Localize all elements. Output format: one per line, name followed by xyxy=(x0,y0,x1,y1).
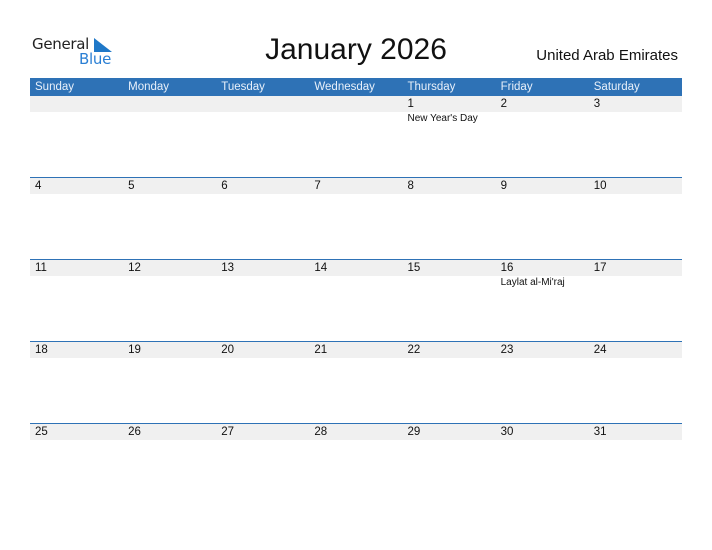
day-cell: 25 xyxy=(35,426,48,438)
weekday-saturday: Saturday xyxy=(593,81,640,93)
day-cell xyxy=(30,96,123,112)
weekday-wednesday: Wednesday xyxy=(314,81,375,93)
day-cell: 24 xyxy=(593,344,607,356)
week-row: 25 26 27 28 29 30 31 xyxy=(30,423,682,505)
country-label: United Arab Emirates xyxy=(536,47,678,64)
day-cell: 8 xyxy=(407,180,414,192)
day-cell: 15 xyxy=(407,262,421,274)
weekday-friday: Friday xyxy=(500,81,533,93)
holiday-label xyxy=(216,112,309,126)
day-cell: 27 xyxy=(221,426,235,438)
day-cell: 20 xyxy=(221,344,235,356)
holiday-label: New Year's Day xyxy=(407,113,478,124)
day-cell: 11 xyxy=(35,262,47,274)
calendar-grid: Sunday Monday Tuesday Wednesday Thursday… xyxy=(30,78,682,505)
day-cell xyxy=(309,96,402,112)
week-row: 11 12 13 14 15 16 17 Laylat al-Mi'raj xyxy=(30,259,682,341)
holiday-label xyxy=(589,276,682,290)
date-number-row: 25 26 27 28 29 30 31 xyxy=(30,424,682,440)
holiday-label xyxy=(216,276,309,290)
day-cell: 28 xyxy=(314,426,328,438)
holiday-label xyxy=(403,276,496,290)
holiday-label xyxy=(309,112,402,126)
day-cell: 31 xyxy=(593,426,607,438)
holiday-label xyxy=(496,112,589,126)
date-number-row: 11 12 13 14 15 16 17 xyxy=(30,260,682,276)
day-cell: 18 xyxy=(35,344,48,356)
day-cell xyxy=(216,96,309,112)
day-cell: 26 xyxy=(128,426,141,438)
day-cell: 30 xyxy=(500,426,514,438)
day-cell: 17 xyxy=(593,262,607,274)
day-cell: 14 xyxy=(314,262,328,274)
week-row: 4 5 6 7 8 9 10 xyxy=(30,177,682,259)
day-cell: 6 xyxy=(221,180,228,192)
holiday-label xyxy=(309,276,402,290)
day-cell: 9 xyxy=(500,180,508,192)
day-cell: 4 xyxy=(35,180,42,192)
date-number-row: 4 5 6 7 8 9 10 xyxy=(30,178,682,194)
day-cell: 3 xyxy=(593,98,601,110)
day-cell xyxy=(123,96,216,112)
day-cell: 10 xyxy=(593,180,607,192)
events-row: New Year's Day xyxy=(30,112,682,126)
day-cell: 2 xyxy=(500,98,508,110)
day-cell: 12 xyxy=(128,262,141,274)
date-number-row: 1 2 3 xyxy=(30,96,682,112)
holiday-label xyxy=(30,276,123,290)
day-cell: 7 xyxy=(314,180,321,192)
holiday-label xyxy=(30,112,123,126)
day-cell: 23 xyxy=(500,344,514,356)
weekday-sunday: Sunday xyxy=(35,81,75,93)
weekday-monday: Monday xyxy=(128,81,170,93)
week-row: 1 2 3 New Year's Day xyxy=(30,96,682,177)
events-row: Laylat al-Mi'raj xyxy=(30,276,682,290)
weekday-tuesday: Tuesday xyxy=(221,81,265,93)
holiday-label xyxy=(589,112,682,126)
day-cell: 16 xyxy=(500,262,514,274)
week-row: 18 19 20 21 22 23 24 xyxy=(30,341,682,423)
day-cell: 22 xyxy=(407,344,421,356)
day-cell: 29 xyxy=(407,426,421,438)
holiday-label xyxy=(123,276,216,290)
day-cell: 21 xyxy=(314,344,328,356)
day-cell: 13 xyxy=(221,262,235,274)
weekday-thursday: Thursday xyxy=(407,81,456,93)
holiday-label xyxy=(123,112,216,126)
weekday-header: Sunday Monday Tuesday Wednesday Thursday… xyxy=(30,78,682,96)
holiday-label: Laylat al-Mi'raj xyxy=(500,277,565,288)
date-number-row: 18 19 20 21 22 23 24 xyxy=(30,342,682,358)
day-cell: 1 xyxy=(407,98,414,110)
day-cell: 19 xyxy=(128,344,141,356)
day-cell: 5 xyxy=(128,180,135,192)
